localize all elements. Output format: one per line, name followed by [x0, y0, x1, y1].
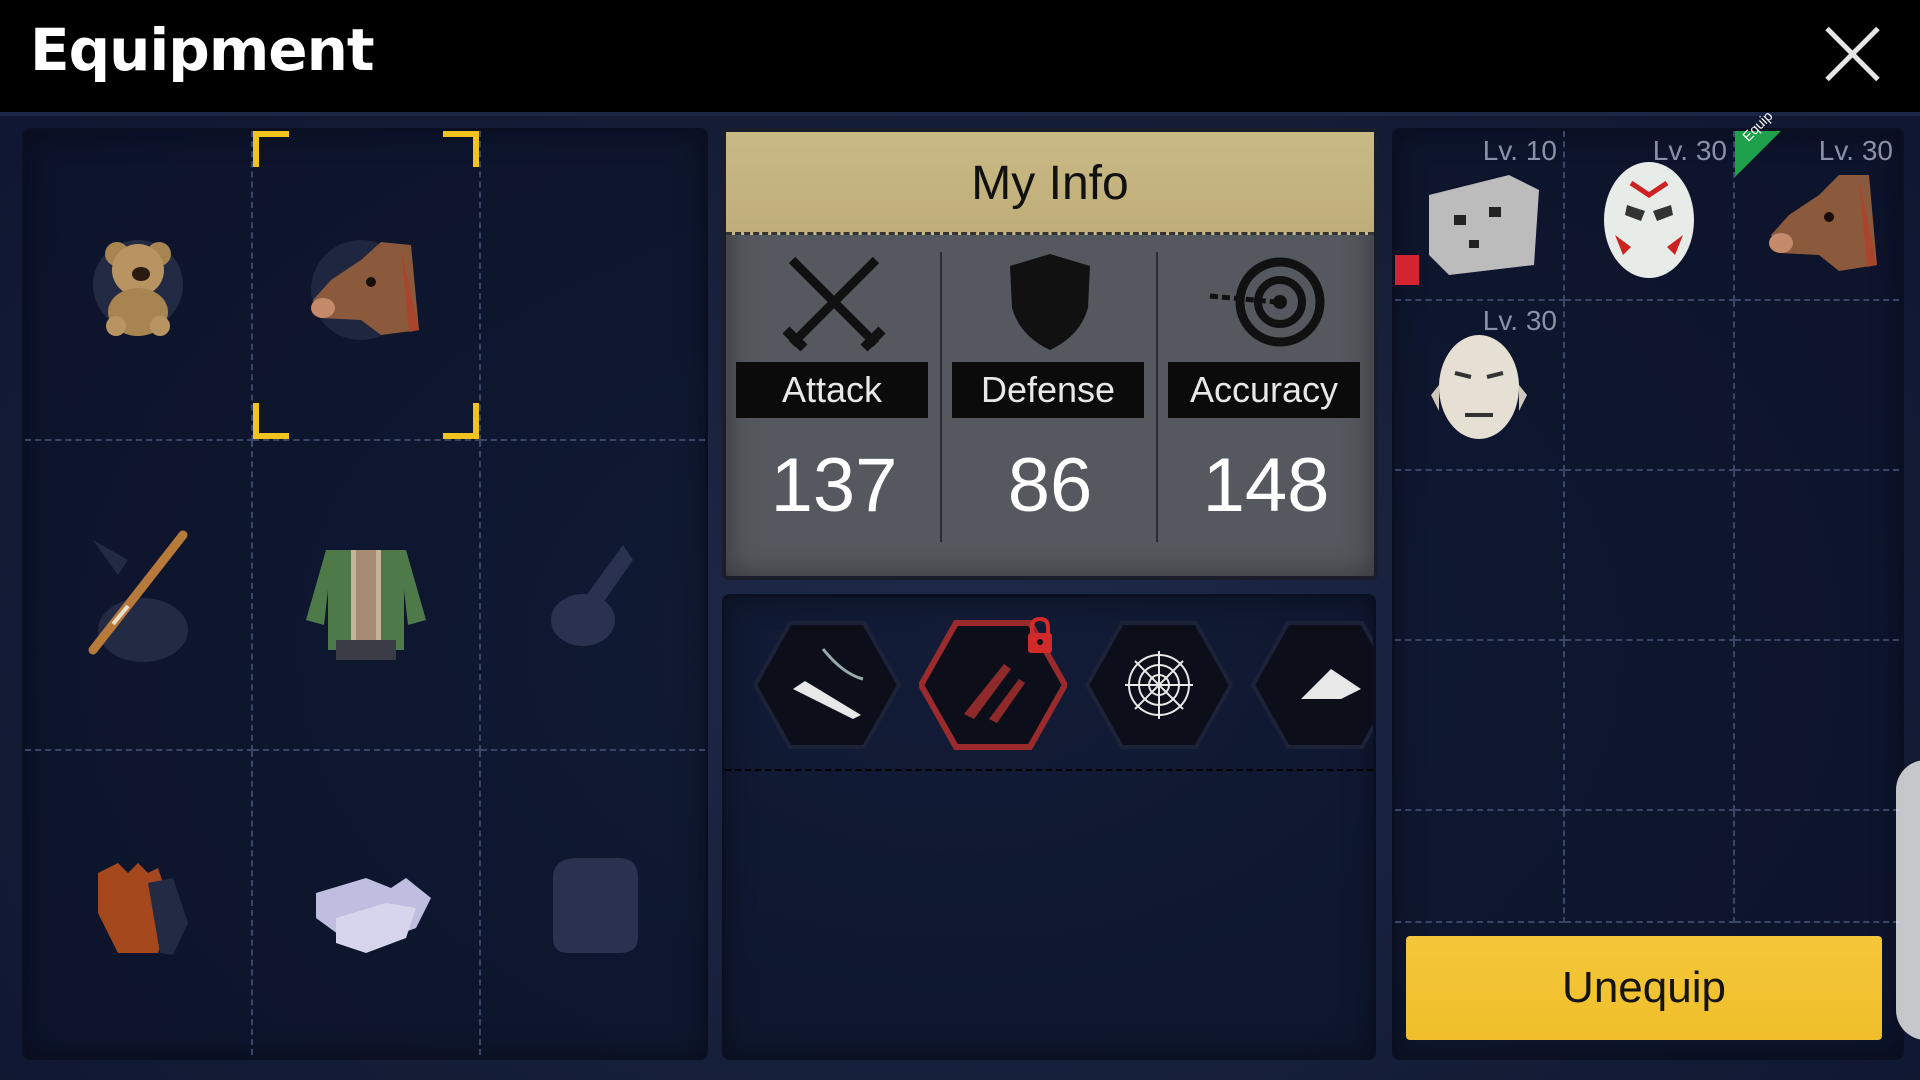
inventory-slot[interactable]: Lv. 30: [1395, 301, 1565, 471]
inventory-slot[interactable]: Equip Lv. 30: [1735, 108, 1899, 301]
info-header: My Info: [726, 132, 1374, 235]
teddy-bear-icon: [93, 240, 183, 336]
stat-value: 148: [1202, 443, 1330, 528]
inventory-slot[interactable]: [1565, 811, 1735, 923]
gloves-icon: [98, 863, 188, 955]
side-handle[interactable]: [1896, 760, 1920, 1040]
selection-corner: [253, 131, 289, 167]
stat-value: 137: [770, 443, 898, 528]
equip-slot-hands[interactable]: [25, 751, 253, 1055]
inventory-slot[interactable]: [1395, 641, 1565, 811]
skills-row: [725, 597, 1373, 771]
page-title: Equipment: [30, 16, 375, 84]
equip-slot-bag[interactable]: [481, 751, 705, 1055]
jacket-icon: [306, 550, 426, 660]
equip-slot-empty[interactable]: [481, 131, 705, 441]
selection-corner: [443, 131, 479, 167]
equip-slot-weapon[interactable]: [25, 441, 253, 751]
inventory-slot[interactable]: [1395, 471, 1565, 641]
equip-slot-accessory[interactable]: [25, 131, 253, 441]
target-icon: [1209, 257, 1325, 347]
equip-slot-offhand[interactable]: [481, 441, 705, 751]
stat-label: Attack: [736, 362, 928, 418]
shield-icon: [1010, 254, 1090, 350]
equip-slot-body[interactable]: [253, 441, 481, 751]
inventory-slot[interactable]: [1565, 641, 1735, 811]
selection-corner: [443, 403, 479, 439]
cardboard-mask-icon: [1429, 175, 1539, 275]
inventory-slot[interactable]: Lv. 10: [1395, 131, 1565, 301]
inventory-slot[interactable]: [1565, 471, 1735, 641]
equip-slot-head[interactable]: [253, 131, 481, 441]
unequip-button[interactable]: Unequip: [1406, 936, 1882, 1040]
baseball-bat-icon: [88, 530, 188, 662]
inventory-slot[interactable]: [1565, 301, 1735, 471]
horse-mask-icon: [1769, 175, 1877, 271]
spider-icon[interactable]: [1251, 619, 1373, 751]
horse-mask-icon: [311, 240, 419, 340]
inventory-slot[interactable]: [1735, 811, 1899, 923]
old-man-mask-icon: [1431, 335, 1527, 439]
spider-web-icon[interactable]: [1085, 619, 1233, 751]
equip-slot-feet[interactable]: [253, 751, 481, 1055]
inventory-panel: Lv. 10 Lv. 30 Equip Lv. 30 Lv. 30: [1392, 108, 1904, 1060]
top-bar: Equipment: [0, 0, 1920, 116]
stat-attack: Attack 137: [726, 232, 942, 572]
selection-corner: [253, 403, 289, 439]
inventory-slot[interactable]: [1735, 641, 1899, 811]
knife-slash-icon[interactable]: [753, 619, 901, 751]
equipment-panel: [22, 128, 708, 1060]
inventory-slot[interactable]: Lv. 30: [1565, 131, 1735, 301]
crossed-swords-icon: [782, 256, 886, 352]
inventory-slot[interactable]: [1735, 471, 1899, 641]
empty-weapon-slot-icon: [551, 545, 633, 646]
skills-panel: [722, 594, 1376, 1060]
stat-value: 86: [1007, 443, 1093, 528]
stat-label: Accuracy: [1168, 362, 1360, 418]
lock-icon: [1028, 617, 1052, 653]
stat-defense: Defense 86: [942, 232, 1158, 572]
hockey-mask-icon: [1604, 162, 1694, 278]
stat-label: Defense: [952, 362, 1144, 418]
warning-tag: [1395, 255, 1419, 285]
empty-bag-slot-icon: [553, 858, 638, 953]
shoes-icon: [316, 878, 431, 953]
info-title: My Info: [971, 157, 1129, 210]
info-panel: My Info Attack 137 Defense 86 Accuracy 1…: [722, 128, 1378, 580]
inventory-slot[interactable]: [1735, 301, 1899, 471]
stat-accuracy: Accuracy 148: [1158, 232, 1374, 572]
close-icon[interactable]: [1820, 22, 1884, 86]
inventory-slot[interactable]: [1395, 811, 1565, 923]
